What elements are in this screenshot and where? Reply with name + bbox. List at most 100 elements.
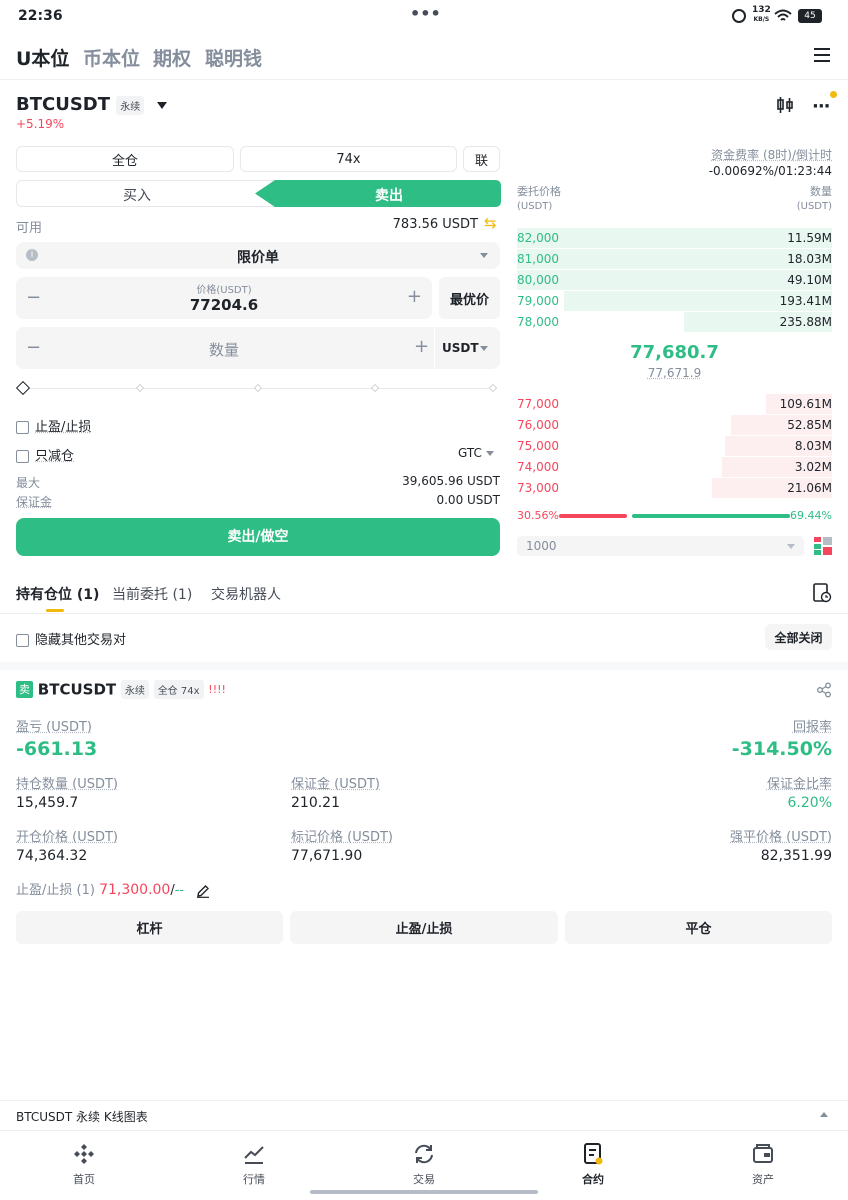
buy-tab[interactable]: 买入 bbox=[17, 185, 257, 205]
tab-futures-label: 合约 bbox=[582, 1173, 604, 1186]
checkbox-icon bbox=[16, 450, 29, 463]
candlestick-chart-icon[interactable] bbox=[776, 96, 794, 114]
tab-assets[interactable]: 资产 bbox=[733, 1139, 793, 1187]
position-symbol[interactable]: BTCUSDT bbox=[38, 681, 116, 699]
margin-mode-button[interactable]: 全仓 bbox=[16, 146, 234, 172]
tab-smart-money[interactable]: 聪明钱 bbox=[205, 44, 262, 71]
buy-ratio: 69.44% bbox=[790, 509, 832, 522]
leverage-adjust-button[interactable]: 杠杆 bbox=[16, 911, 283, 944]
tab-trading-bots[interactable]: 交易机器人 bbox=[211, 584, 281, 604]
hide-other-pairs-checkbox[interactable]: 隐藏其他交易对 bbox=[16, 629, 126, 648]
price-input[interactable]: − 价格(USDT) 77204.6 + bbox=[16, 277, 432, 319]
qty-header: 数量 bbox=[810, 185, 832, 198]
order-history-icon[interactable] bbox=[812, 583, 832, 603]
caret-down-icon bbox=[480, 346, 488, 351]
close-all-button[interactable]: 全部关闭 bbox=[765, 624, 832, 650]
tab-trade[interactable]: 交易 bbox=[394, 1139, 454, 1187]
order-type-select[interactable]: i 限价单 bbox=[16, 242, 500, 269]
edit-icon[interactable] bbox=[196, 884, 210, 898]
tab-positions[interactable]: 持有仓位 (1) bbox=[16, 584, 99, 604]
reduce-only-checkbox[interactable]: 只减仓 bbox=[16, 445, 74, 464]
sell-ratio: 30.56% bbox=[517, 509, 559, 522]
quantity-placeholder: 数量 bbox=[208, 341, 239, 359]
sell-tab[interactable]: 卖出 bbox=[277, 185, 501, 205]
ask-qty: 49.10M bbox=[787, 273, 832, 287]
tp-sl-summary: 止盈/止损 (1) 71,300.00/-- bbox=[16, 879, 210, 898]
bid-row[interactable]: 75,000 8.03M bbox=[517, 436, 832, 457]
alarm-icon bbox=[732, 9, 746, 23]
transfer-icon[interactable]: ⇆ bbox=[484, 214, 497, 232]
checkbox-icon bbox=[16, 421, 29, 434]
perpetual-badge: 永续 bbox=[120, 680, 149, 699]
multi-assets-button[interactable]: 联 bbox=[463, 146, 500, 172]
tp-sl-checkbox[interactable]: 止盈/止损 bbox=[16, 416, 91, 435]
close-position-button[interactable]: 平仓 bbox=[565, 911, 832, 944]
ask-row[interactable]: 79,000 193.41M bbox=[517, 291, 832, 312]
bid-row[interactable]: 74,000 3.02M bbox=[517, 457, 832, 478]
margin-label: 保证金 bbox=[16, 495, 53, 509]
depth-precision-select[interactable]: 1000 bbox=[517, 536, 804, 556]
sell-short-button[interactable]: 卖出/做空 bbox=[16, 518, 500, 556]
tab-assets-label: 资产 bbox=[752, 1173, 774, 1186]
size-label: 持仓数量 (USDT) bbox=[16, 777, 118, 792]
mark-price-label: 标记价格 (USDT) bbox=[291, 830, 393, 845]
quantity-unit-select[interactable]: USDT bbox=[442, 341, 479, 355]
tab-open-orders[interactable]: 当前委托 (1) bbox=[112, 584, 192, 604]
symbol-selector[interactable]: BTCUSDT 永续 bbox=[16, 94, 167, 115]
hide-other-pairs-label: 隐藏其他交易对 bbox=[35, 633, 127, 648]
entry-price-value: 74,364.32 bbox=[16, 848, 88, 864]
ask-row[interactable]: 81,000 18.03M bbox=[517, 249, 832, 270]
bid-qty: 21.06M bbox=[787, 481, 832, 495]
funding-rate-label[interactable]: 资金费率 (8时)/倒计时 bbox=[600, 146, 832, 163]
price-header: 委托价格 bbox=[517, 185, 561, 198]
futures-document-icon bbox=[582, 1143, 604, 1165]
tab-u-margined[interactable]: U本位 bbox=[16, 44, 69, 71]
plus-icon[interactable]: + bbox=[407, 286, 422, 307]
time-in-force-select[interactable]: GTC bbox=[458, 446, 494, 460]
tab-futures[interactable]: 合约 bbox=[563, 1139, 623, 1187]
quantity-input[interactable]: − 数量 + USDT bbox=[16, 327, 500, 369]
divider bbox=[434, 327, 435, 369]
tab-options[interactable]: 期权 bbox=[153, 44, 191, 71]
ask-row[interactable]: 80,000 49.10M bbox=[517, 270, 832, 291]
status-dots: ••• bbox=[410, 4, 441, 23]
price-unit: (USDT) bbox=[517, 201, 553, 212]
trade-swap-icon bbox=[413, 1143, 435, 1165]
tab-markets[interactable]: 行情 bbox=[224, 1139, 284, 1187]
pnl-label: 盈亏 (USDT) bbox=[16, 720, 92, 735]
bid-row[interactable]: 73,000 21.06M bbox=[517, 478, 832, 499]
bid-qty: 3.02M bbox=[794, 460, 832, 474]
quantity-slider[interactable] bbox=[15, 380, 500, 398]
bid-price: 74,000 bbox=[517, 460, 559, 474]
bid-row[interactable]: 77,000 109.61M bbox=[517, 394, 832, 415]
more-options-icon[interactable]: ··· bbox=[812, 96, 830, 117]
orderbook-layout-icon[interactable] bbox=[814, 537, 832, 555]
sl-price: -- bbox=[174, 883, 185, 898]
slider-handle[interactable] bbox=[15, 380, 31, 396]
tp-sl-button[interactable]: 止盈/止损 bbox=[290, 911, 558, 944]
depth-bar bbox=[517, 270, 832, 290]
tab-coin-margined[interactable]: 币本位 bbox=[83, 44, 140, 71]
best-price-button[interactable]: 最优价 bbox=[439, 277, 500, 319]
bid-qty: 52.85M bbox=[787, 418, 832, 432]
ask-row[interactable]: 82,000 11.59M bbox=[517, 228, 832, 249]
share-icon[interactable] bbox=[816, 682, 832, 698]
leverage-button[interactable]: 74x bbox=[240, 146, 457, 172]
margin-value: 0.00 USDT bbox=[436, 493, 500, 507]
menu-icon[interactable] bbox=[814, 48, 830, 62]
home-indicator bbox=[310, 1190, 538, 1194]
last-price[interactable]: 77,680.7 bbox=[517, 342, 832, 363]
status-bar: 22:36 ••• 132 KB/S 45 bbox=[0, 0, 848, 34]
battery-icon: 45 bbox=[798, 9, 822, 23]
wallet-icon bbox=[752, 1143, 774, 1165]
bottom-tab-bar: 首页 行情 交易 合约 资产 bbox=[0, 1130, 848, 1200]
plus-icon[interactable]: + bbox=[414, 336, 429, 357]
kline-chart-bar[interactable]: BTCUSDT 永续 K线图表 bbox=[0, 1100, 848, 1130]
markets-chart-icon bbox=[243, 1143, 265, 1165]
tab-trade-label: 交易 bbox=[413, 1173, 435, 1186]
perpetual-badge: 永续 bbox=[116, 95, 145, 115]
bid-row[interactable]: 76,000 52.85M bbox=[517, 415, 832, 436]
tab-home[interactable]: 首页 bbox=[54, 1139, 114, 1187]
ask-row[interactable]: 78,000 235.88M bbox=[517, 312, 832, 333]
mark-price: 77,671.9 bbox=[647, 366, 702, 380]
